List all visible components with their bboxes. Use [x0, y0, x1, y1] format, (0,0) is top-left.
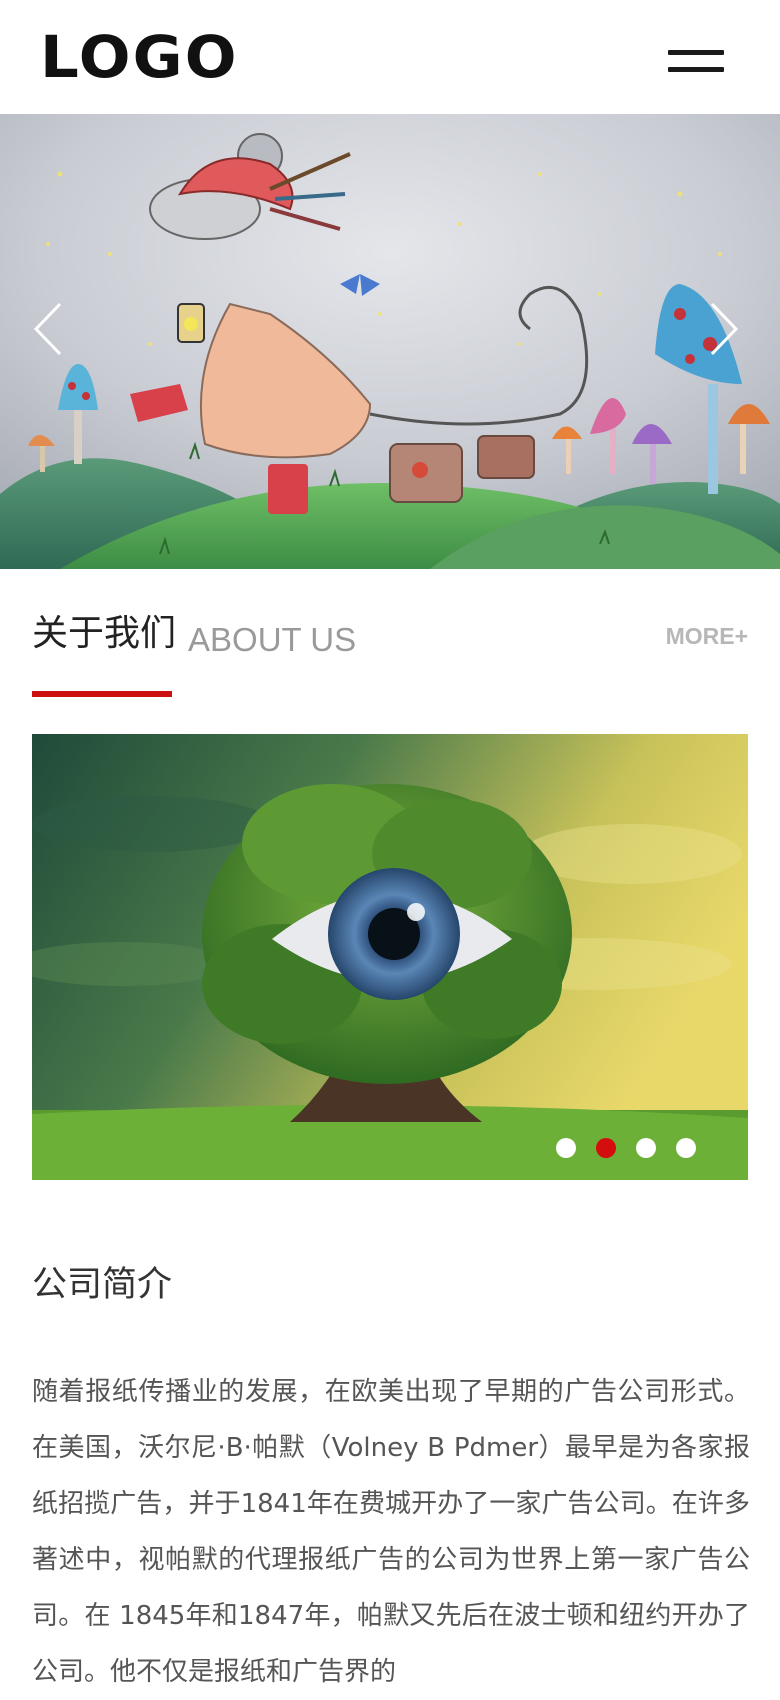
menu-line — [668, 67, 724, 72]
hamburger-menu-icon[interactable] — [668, 46, 724, 76]
hero-illustration — [0, 114, 780, 569]
carousel-dot-4[interactable] — [676, 1138, 696, 1158]
about-carousel[interactable] — [32, 734, 748, 1180]
site-header: LOGO — [0, 0, 780, 114]
about-title-en: ABOUT US — [188, 621, 357, 658]
chevron-right-icon[interactable] — [702, 294, 742, 364]
company-intro-title: 公司简介 — [32, 1265, 173, 1305]
carousel-dot-3[interactable] — [636, 1138, 656, 1158]
hero-banner[interactable] — [0, 114, 780, 569]
carousel-dot-2[interactable] — [596, 1138, 616, 1158]
logo[interactable]: LOGO — [40, 28, 239, 86]
menu-line — [668, 50, 724, 55]
title-underline — [32, 691, 172, 697]
about-title-zh: 关于我们 — [32, 613, 177, 654]
more-link[interactable]: MORE+ — [666, 623, 748, 650]
carousel-dot-1[interactable] — [556, 1138, 576, 1158]
chevron-left-icon[interactable] — [30, 294, 70, 364]
company-intro-text: 随着报纸传播业的发展，在欧美出现了早期的广告公司形式。在美国，沃尔尼·B·帕默（… — [32, 1377, 750, 1687]
carousel-image — [32, 734, 748, 1180]
carousel-dots — [556, 1138, 696, 1158]
